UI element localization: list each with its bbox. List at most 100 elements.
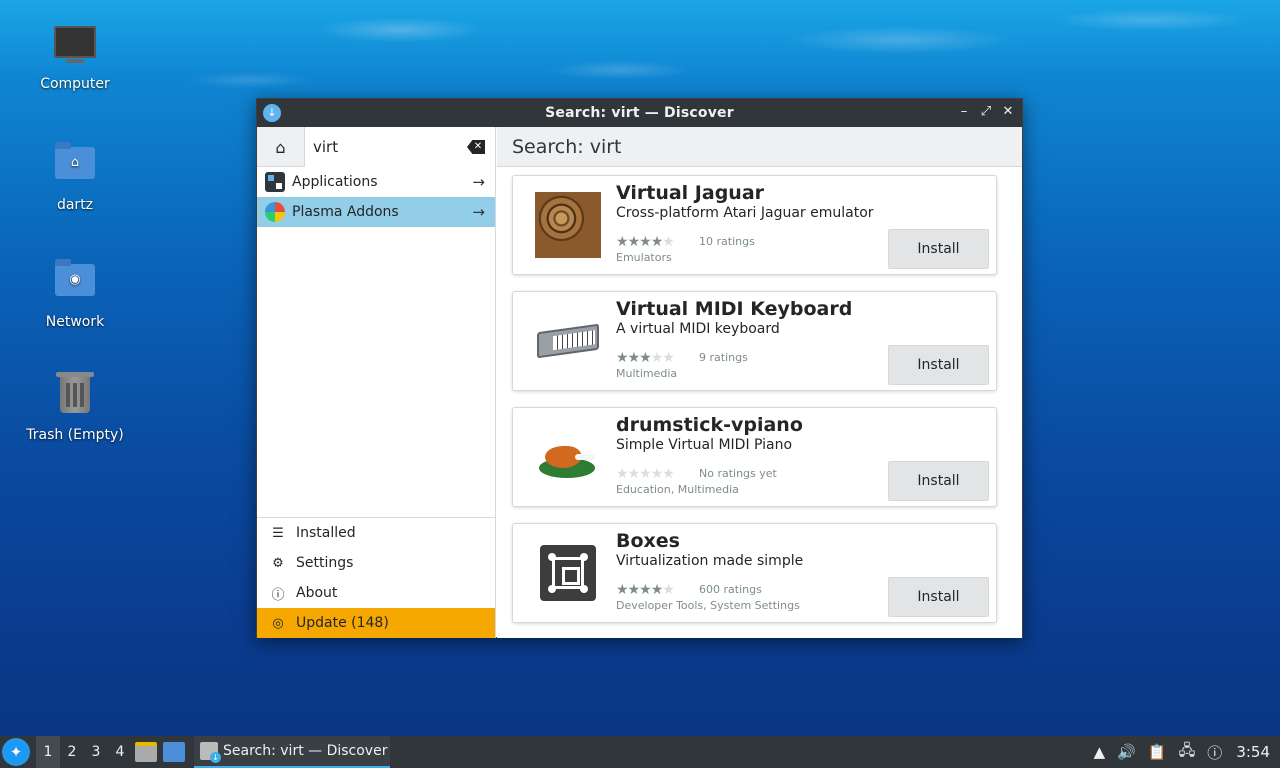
star-icon: ★	[616, 350, 629, 366]
star-icon: ★	[650, 466, 664, 482]
start-menu-icon[interactable]: ✦	[2, 738, 30, 766]
install-button[interactable]: Install	[888, 461, 989, 501]
result-card[interactable]: Boxes Virtualization made simple ★★★★★ 6…	[512, 523, 997, 623]
desktop-icon-label: Network	[45, 314, 105, 330]
arrow-right-icon: →	[472, 173, 485, 191]
star-icon: ★	[627, 234, 641, 250]
boxes-icon	[540, 545, 596, 601]
star-icon: ★	[639, 466, 652, 482]
search-input[interactable]: virt ✕	[305, 127, 495, 167]
desktop-switch-1[interactable]: 1	[36, 736, 60, 768]
star-icon: ★	[650, 234, 664, 250]
app-description: Virtualization made simple	[616, 553, 804, 569]
maximize-button[interactable]: ⤢	[978, 103, 994, 121]
star-icon: ★	[616, 582, 629, 598]
network-icon[interactable]: 🖧	[1179, 740, 1196, 765]
system-tray: ▲ 🔊 📋 🖧 ⓘ 3:54	[1088, 736, 1280, 768]
app-categories: Developer Tools, System Settings	[616, 599, 800, 612]
results-list: Virtual Jaguar Cross-platform Atari Jagu…	[497, 167, 1022, 623]
app-categories: Education, Multimedia	[616, 483, 739, 496]
nav-label: Update (148)	[296, 615, 389, 631]
star-icon: ★	[627, 466, 641, 482]
drumstick-icon	[535, 424, 601, 490]
nav-label: Installed	[296, 525, 356, 541]
window-titlebar[interactable]: ↓ Search: virt — Discover – ⤢ ✕	[257, 99, 1022, 127]
desktop-icon-label: Computer	[40, 76, 110, 92]
desktop-icon-dartz[interactable]: ⌂ dartz	[20, 139, 130, 213]
star-icon: ★	[662, 350, 675, 366]
nav-about[interactable]: ⓘ About	[257, 578, 495, 608]
desktop-icon-network[interactable]: ◉ Network	[20, 256, 130, 330]
star-rating: ★★★★★	[616, 582, 675, 598]
star-rating: ★★★★★	[616, 234, 675, 250]
bottom-nav: ☰ Installed ⚙ Settings ⓘ About ◎ Update …	[257, 517, 495, 638]
tray-arrow-icon[interactable]: ▲	[1094, 743, 1106, 761]
nav-label: About	[296, 585, 338, 601]
desktop-icon-computer[interactable]: Computer	[20, 22, 130, 92]
category-label: Plasma Addons	[292, 204, 399, 220]
computer-icon	[53, 26, 97, 70]
category-label: Applications	[292, 174, 378, 190]
taskbar-task-discover[interactable]: Search: virt — Discover	[194, 736, 390, 768]
desktop-switch-3[interactable]: 3	[84, 736, 108, 768]
star-icon: ★	[616, 234, 629, 250]
desktop-icon-trash[interactable]: Trash (Empty)	[20, 372, 130, 443]
discover-task-icon	[200, 742, 221, 763]
gear-icon: ⚙	[272, 555, 284, 571]
result-card[interactable]: Virtual Jaguar Cross-platform Atari Jagu…	[512, 175, 997, 275]
app-description: A virtual MIDI keyboard	[616, 321, 780, 337]
install-button[interactable]: Install	[888, 577, 989, 617]
category-applications[interactable]: Applications →	[257, 167, 495, 197]
result-card[interactable]: Virtual MIDI Keyboard A virtual MIDI key…	[512, 291, 997, 391]
home-folder-icon: ⌂	[53, 142, 97, 191]
nav-installed[interactable]: ☰ Installed	[257, 518, 495, 548]
trash-icon	[53, 372, 97, 421]
nav-update[interactable]: ◎ Update (148)	[257, 608, 495, 638]
info-icon: ⓘ	[271, 587, 285, 603]
clock[interactable]: 3:54	[1236, 743, 1270, 761]
main-panel: Search: virt Virtual Jaguar Cross-platfo…	[497, 127, 1022, 638]
arrow-right-icon: →	[472, 203, 485, 221]
desktop-icon-label: Trash (Empty)	[26, 427, 124, 443]
star-icon: ★	[650, 350, 664, 366]
clear-search-icon[interactable]: ✕	[467, 140, 485, 154]
updates-notifier-icon[interactable]: ⓘ	[1207, 742, 1222, 763]
star-icon: ★	[662, 234, 675, 250]
close-button[interactable]: ✕	[1000, 103, 1016, 121]
midi-keyboard-icon	[535, 308, 601, 374]
sidebar: ⌂ virt ✕ Applications → Plasma Addons → …	[257, 127, 496, 638]
star-icon: ★	[662, 466, 675, 482]
app-name: Boxes	[616, 530, 680, 552]
star-rating: ★★★★★	[616, 350, 675, 366]
star-icon: ★	[616, 466, 629, 482]
app-name: drumstick-vpiano	[616, 414, 803, 436]
ratings-count: 600 ratings	[699, 583, 762, 596]
task-label: Search: virt — Discover	[223, 743, 388, 759]
star-rating: ★★★★★	[616, 466, 675, 482]
nav-settings[interactable]: ⚙ Settings	[257, 548, 495, 578]
star-icon: ★	[639, 582, 652, 598]
home-icon: ⌂	[275, 137, 286, 157]
result-card[interactable]: drumstick-vpiano Simple Virtual MIDI Pia…	[512, 407, 997, 507]
clipboard-icon[interactable]: 📋	[1148, 743, 1167, 761]
discover-app-icon[interactable]: ↓	[263, 104, 281, 122]
app-description: Simple Virtual MIDI Piano	[616, 437, 793, 453]
plasma-addons-icon	[265, 202, 285, 222]
install-button[interactable]: Install	[888, 229, 989, 269]
ratings-count: 10 ratings	[699, 235, 755, 248]
volume-icon[interactable]: 🔊	[1117, 743, 1136, 761]
desktop-switch-2[interactable]: 2	[60, 736, 84, 768]
list-icon: ☰	[272, 525, 284, 541]
window-title: Search: virt — Discover	[545, 105, 734, 121]
discover-window: ↓ Search: virt — Discover – ⤢ ✕ ⌂ virt ✕…	[256, 98, 1023, 638]
app-name: Virtual MIDI Keyboard	[616, 298, 853, 320]
category-plasma-addons[interactable]: Plasma Addons →	[257, 197, 495, 227]
file-manager-icon[interactable]	[135, 742, 157, 762]
home-button[interactable]: ⌂	[257, 127, 305, 167]
desktop-switch-4[interactable]: 4	[108, 736, 132, 768]
install-button[interactable]: Install	[888, 345, 989, 385]
show-desktop-icon[interactable]	[163, 742, 185, 762]
taskbar: ✦ 1 2 3 4 Search: virt — Discover ▲ 🔊 📋 …	[0, 736, 1280, 768]
minimize-button[interactable]: –	[956, 103, 972, 121]
app-categories: Multimedia	[616, 367, 678, 380]
